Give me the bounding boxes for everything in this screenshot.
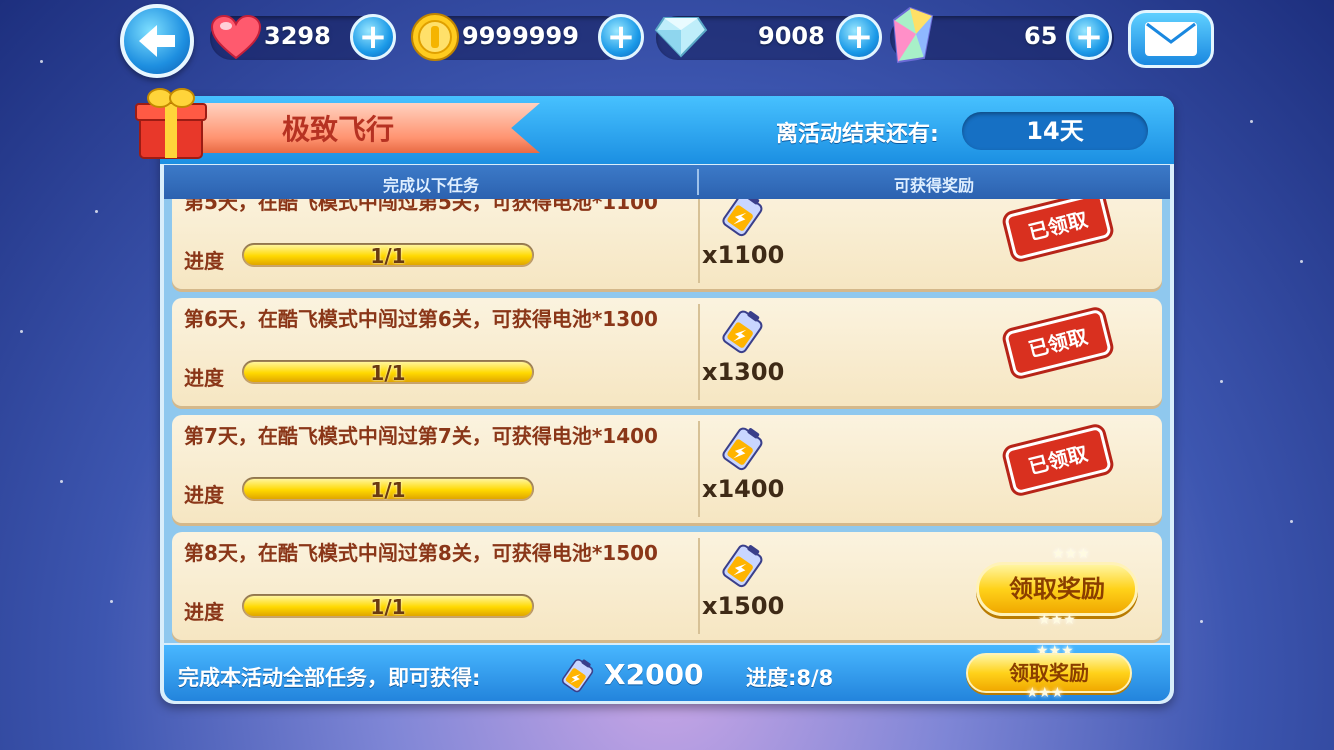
battery-icon [722,310,763,354]
battery-icon [561,659,594,693]
footer-reward-text: 完成本活动全部任务，即可获得: [178,666,481,690]
reward-quantity: x1300 [702,358,785,386]
progress-bar: 1/1 [242,594,534,619]
progress-text: 1/1 [370,361,406,385]
event-title: 极致飞行 [282,113,395,146]
countdown-value: 14天 [962,112,1148,150]
task-row: 第5天，在酷飞模式中闯过第5关，可获得电池*1100 进度 1/1 x1100 … [172,199,1162,289]
row-divider [698,538,700,634]
battery-icon [722,427,763,471]
progress-text: 1/1 [370,595,406,619]
row-divider [698,421,700,517]
sparkle-icon: ★★★ [1052,546,1090,562]
task-row: 第8天，在酷飞模式中闯过第8关，可获得电池*1500 进度 1/1 x1500 … [172,532,1162,640]
coins-value: 9999999 [462,22,579,50]
gift-icon [135,88,207,159]
sparkle-icon: ★★★ [1026,685,1064,701]
mail-icon [1145,22,1197,56]
diamond-icon [654,17,708,58]
progress-label: 进度 [184,366,224,390]
claimed-stamp: 已领取 [1003,199,1113,261]
reward-quantity: x1500 [702,592,785,620]
add-crystals-button[interactable]: + [1066,14,1112,60]
hearts-value: 3298 [264,22,331,50]
countdown-label: 离活动结束还有: [776,122,939,147]
progress-text: 1/1 [370,244,406,268]
footer-reward-quantity: X2000 [604,658,704,691]
add-coins-button[interactable]: + [598,14,644,60]
column-headers: 完成以下任务 可获得奖励 [164,165,1170,199]
completion-footer: 完成本活动全部任务，即可获得: X2000 进度:8/8 ★★★ 领取奖励 ★★… [164,643,1170,701]
overall-progress: 进度:8/8 [746,666,834,690]
rewards-column-header: 可获得奖励 [893,176,974,195]
crystal-icon [892,6,934,64]
row-divider [698,199,700,283]
diamonds-value: 9008 [758,22,825,50]
add-hearts-button[interactable]: + [350,14,396,60]
coin-icon [411,13,459,61]
crystals-value: 65 [1024,22,1058,50]
task-description: 第7天，在酷飞模式中闯过第7关，可获得电池*1400 [184,424,658,448]
battery-icon [722,199,763,237]
progress-label: 进度 [184,600,224,624]
plus-icon: + [358,17,388,57]
heart-icon [210,14,262,60]
progress-bar: 1/1 [242,477,534,502]
plus-icon: + [606,17,636,57]
add-diamonds-button[interactable]: + [836,14,882,60]
progress-label: 进度 [184,249,224,273]
claim-reward-button[interactable]: 领取奖励 [976,562,1138,616]
plus-icon: + [844,17,874,57]
task-description: 第8天，在酷飞模式中闯过第8关，可获得电池*1500 [184,541,658,565]
claimed-stamp: 已领取 [1003,308,1113,378]
mail-button[interactable] [1128,10,1214,68]
task-list[interactable]: 第5天，在酷飞模式中闯过第5关，可获得电池*1100 进度 1/1 x1100 … [164,199,1170,643]
reward-quantity: x1400 [702,475,785,503]
task-row: 第7天，在酷飞模式中闯过第7关，可获得电池*1400 进度 1/1 x1400 … [172,415,1162,523]
battery-icon [722,544,763,588]
task-description: 第5天，在酷飞模式中闯过第5关，可获得电池*1100 [184,199,658,214]
reward-quantity: x1100 [702,241,785,269]
sparkle-icon: ★★★ [1038,612,1076,628]
progress-text: 1/1 [370,478,406,502]
row-divider [698,304,700,400]
arrow-left-icon [139,25,175,57]
progress-bar: 1/1 [242,243,534,268]
task-description: 第6天，在酷飞模式中闯过第6关，可获得电池*1300 [184,307,658,331]
progress-bar: 1/1 [242,360,534,385]
tasks-column-header: 完成以下任务 [382,176,479,195]
plus-icon: + [1074,17,1104,57]
claimed-stamp: 已领取 [1003,425,1113,495]
progress-label: 进度 [184,483,224,507]
back-button[interactable] [120,4,194,78]
task-row: 第6天，在酷飞模式中闯过第6关，可获得电池*1300 进度 1/1 x1300 … [172,298,1162,406]
